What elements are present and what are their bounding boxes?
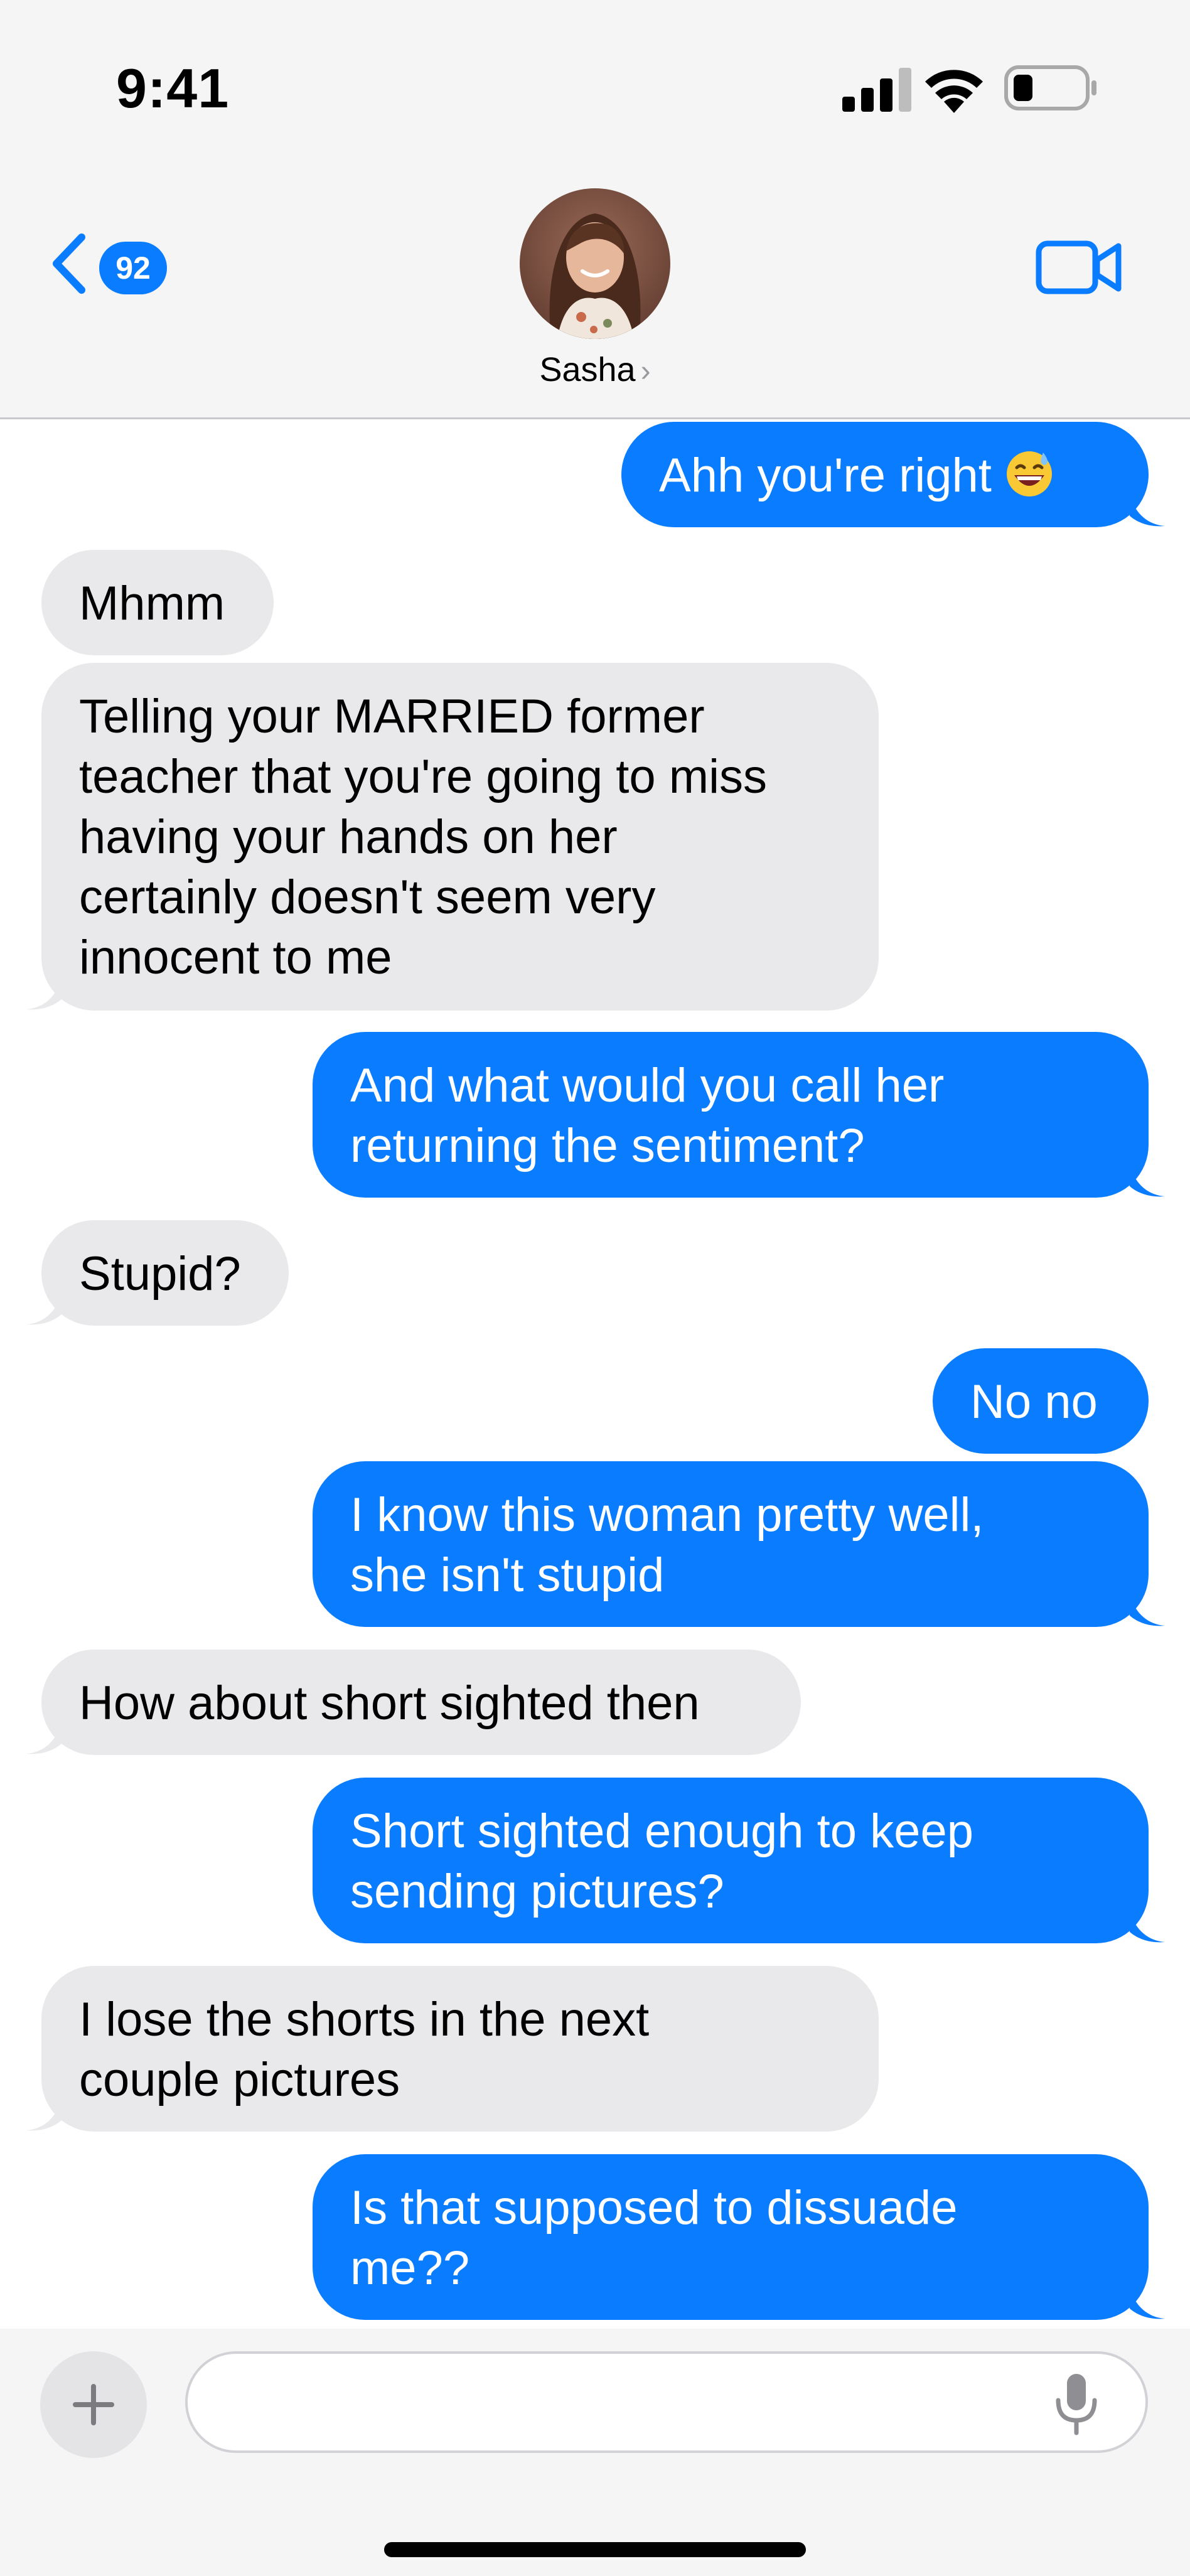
message-thread[interactable]: Ahh you're right Mhmm Telling your MARRI…	[0, 419, 1190, 2329]
message-text: Mhmm	[79, 577, 225, 630]
status-bar: 9:41	[0, 0, 1190, 163]
sent-message-bubble[interactable]: Is that supposed to dissuade me??	[313, 2154, 1149, 2320]
message-input[interactable]	[185, 2351, 1148, 2453]
message-line: couple pictures	[79, 2053, 400, 2106]
sent-message-bubble[interactable]: I know this woman pretty well, she isn't…	[313, 1461, 1149, 1627]
message-text: No no	[970, 1375, 1098, 1429]
back-button[interactable]: 92	[49, 226, 174, 301]
unread-count-badge: 92	[99, 242, 167, 294]
bubble-tail	[1130, 496, 1165, 527]
message-line: teacher that you're going to miss	[79, 750, 767, 803]
bubble-tail	[1130, 1596, 1165, 1626]
grinning-sweat-emoji-icon	[1006, 451, 1052, 496]
received-message-bubble[interactable]: Stupid?	[41, 1220, 289, 1326]
message-line: Telling your MARRIED former	[79, 690, 705, 743]
microphone-icon[interactable]	[1054, 2373, 1098, 2435]
bubble-tail	[26, 1724, 62, 1754]
received-message-bubble[interactable]: Telling your MARRIED former teacher that…	[41, 663, 879, 1011]
add-attachment-button[interactable]	[40, 2351, 147, 2458]
bubble-tail	[1130, 1912, 1165, 1943]
contact-avatar[interactable]	[520, 188, 670, 339]
bubble-tail	[1130, 1166, 1165, 1197]
chevron-right-icon: ›	[640, 355, 651, 388]
message-text: Ahh you're right	[659, 449, 992, 502]
battery-icon	[1004, 65, 1096, 110]
message-line: And what would you call her	[350, 1059, 945, 1112]
message-line: certainly doesn't seem very	[79, 871, 656, 924]
sent-message-bubble[interactable]: Short sighted enough to keep sending pic…	[313, 1778, 1149, 1943]
sent-message-bubble[interactable]: Ahh you're right	[621, 422, 1149, 527]
chevron-left-icon	[53, 233, 85, 294]
message-line: innocent to me	[79, 931, 392, 984]
cellular-signal-icon	[842, 68, 911, 112]
wifi-icon	[925, 70, 983, 113]
bubble-tail	[26, 1294, 62, 1325]
message-line: she isn't stupid	[350, 1548, 665, 1602]
bubble-tail	[26, 2100, 62, 2131]
message-line: Short sighted enough to keep	[350, 1805, 973, 1858]
home-indicator[interactable]	[384, 2542, 806, 2557]
sent-message-bubble[interactable]: And what would you call her returning th…	[313, 1032, 1149, 1198]
compose-bar	[0, 2329, 1190, 2576]
bubble-tail	[1130, 2289, 1165, 2319]
message-line: me??	[350, 2241, 470, 2295]
received-message-bubble[interactable]: Mhmm	[41, 550, 274, 655]
message-line: returning the sentiment?	[350, 1119, 865, 1173]
received-message-bubble[interactable]: I lose the shorts in the next couple pic…	[41, 1966, 879, 2132]
contact-name: Sasha	[539, 351, 636, 389]
message-line: sending pictures?	[350, 1865, 724, 1918]
avatar-photo	[520, 188, 670, 339]
status-time: 9:41	[116, 57, 230, 119]
contact-name-row[interactable]: Sasha ›	[0, 350, 1190, 389]
message-line: I know this woman pretty well,	[350, 1488, 984, 1542]
video-camera-icon[interactable]	[1036, 237, 1123, 298]
bubble-tail	[26, 979, 62, 1010]
plus-icon	[73, 2384, 114, 2425]
sent-message-bubble[interactable]: No no	[933, 1348, 1149, 1454]
message-line: having your hands on her	[79, 810, 618, 864]
conversation-header: 92 Sasha ›	[0, 163, 1190, 419]
message-line: Is that supposed to dissuade	[350, 2181, 958, 2235]
received-message-bubble[interactable]: How about short sighted then	[41, 1650, 801, 1755]
message-line: I lose the shorts in the next	[79, 1993, 650, 2046]
message-text: How about short sighted then	[79, 1677, 700, 1730]
message-text: Stupid?	[79, 1247, 241, 1301]
